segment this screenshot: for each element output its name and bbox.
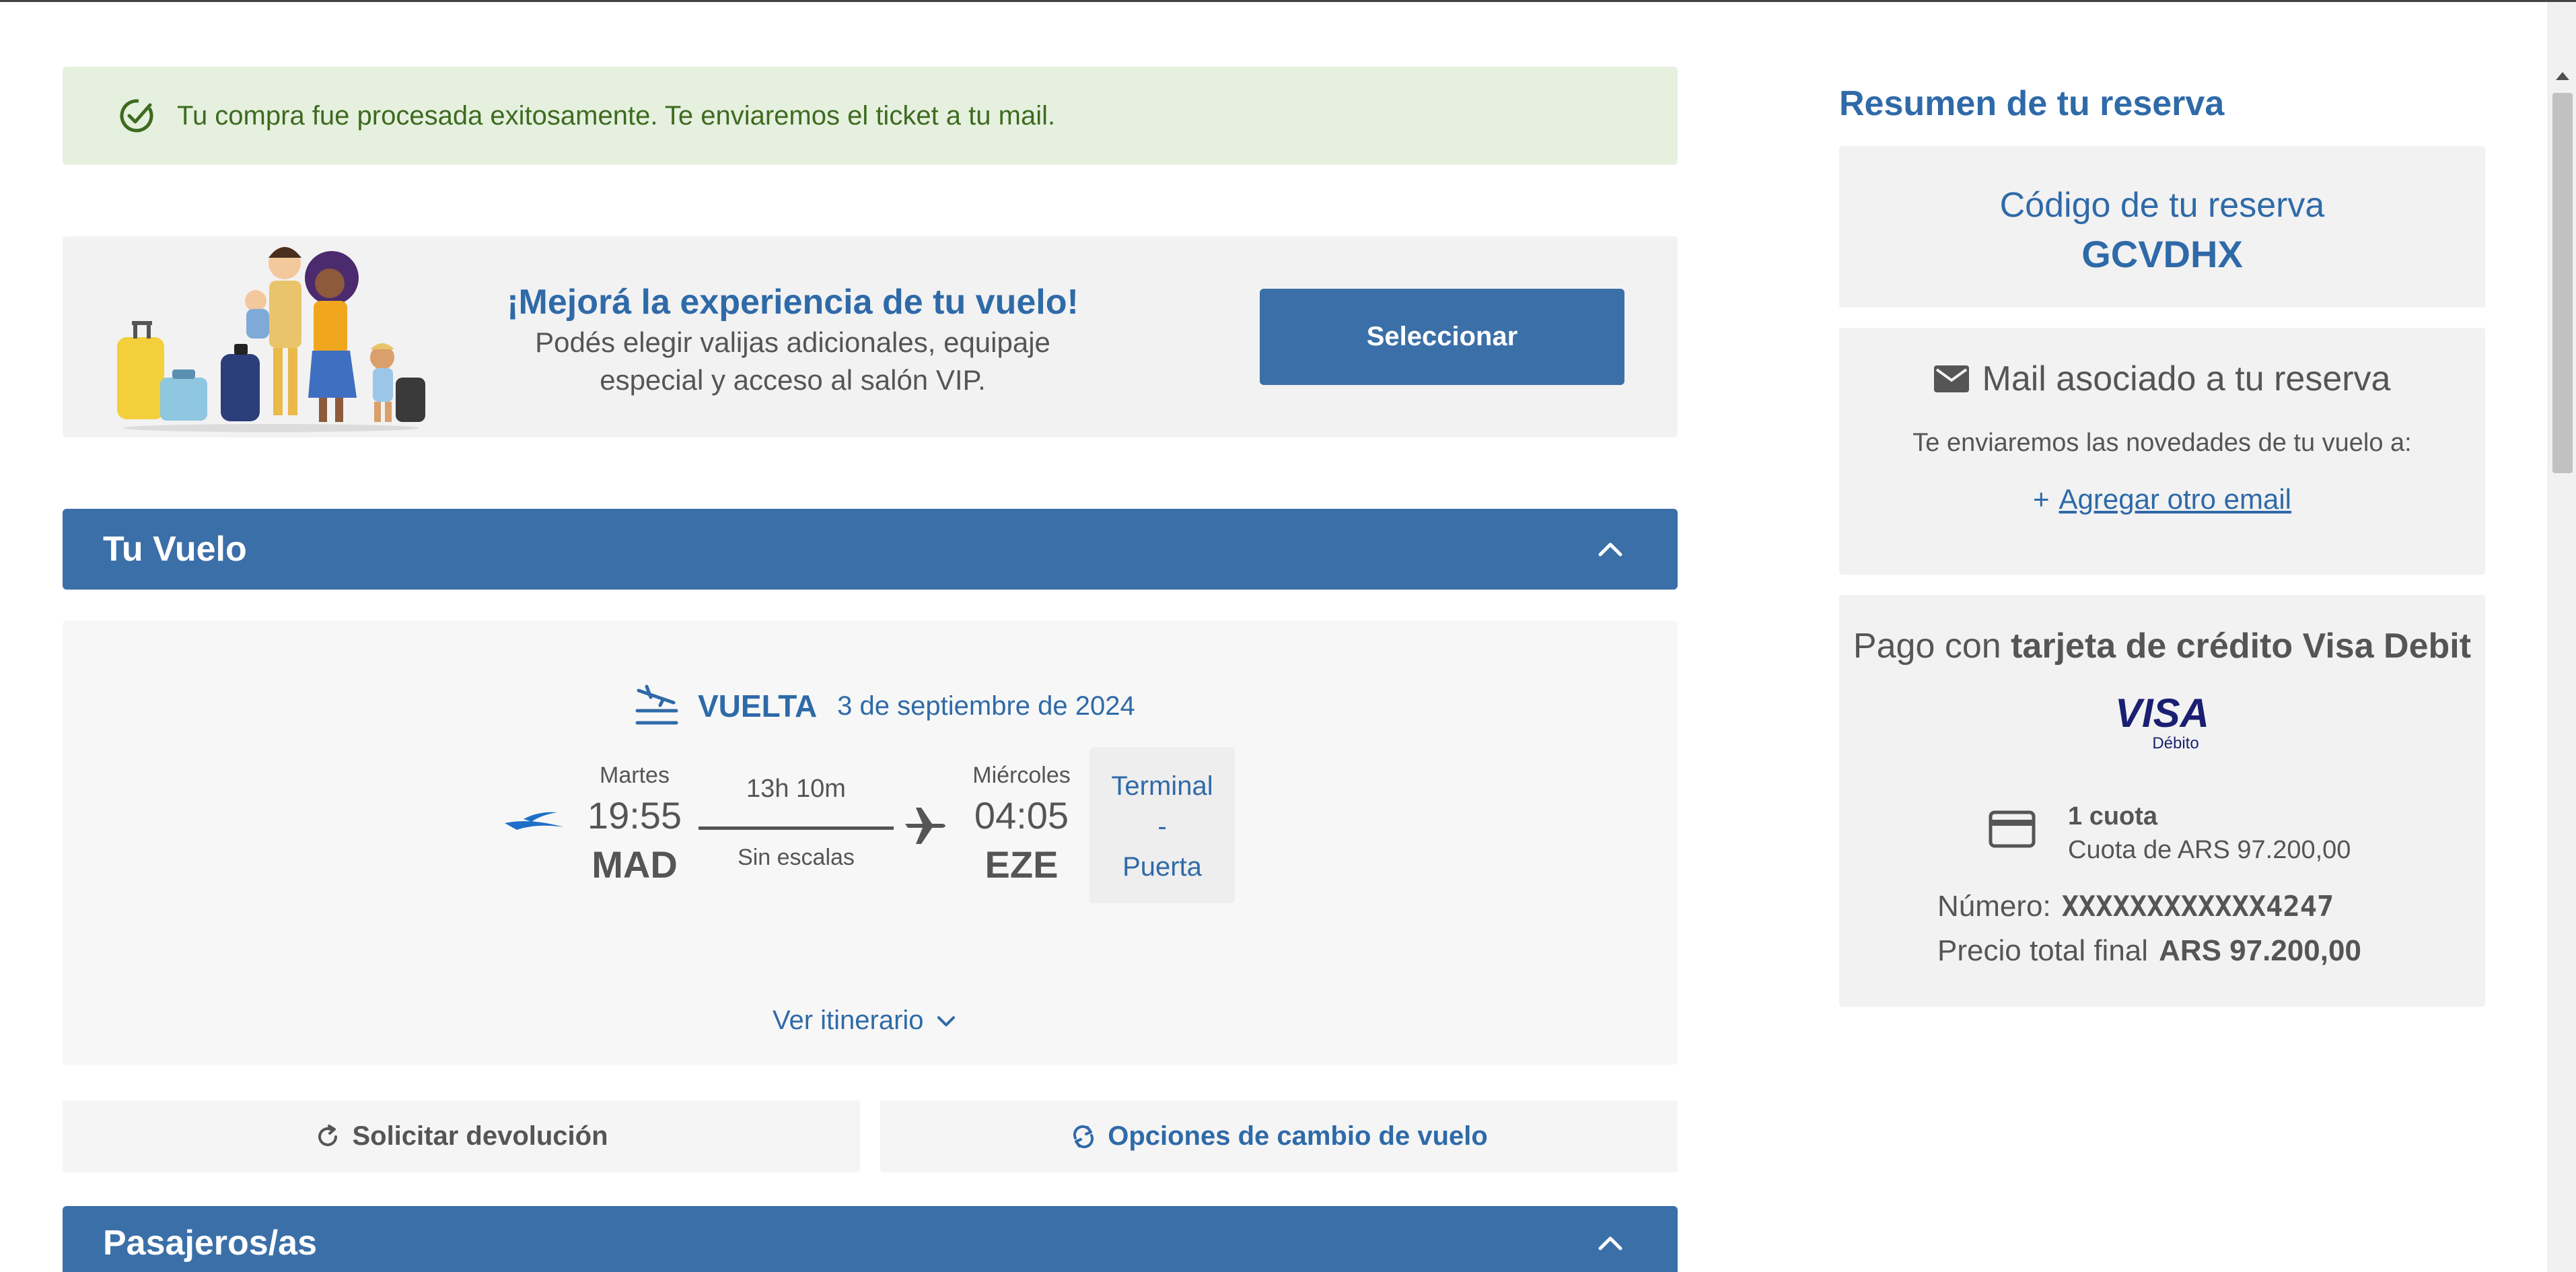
scrollbar-thumb[interactable]: [2552, 93, 2573, 473]
arrival-airport: EZE: [985, 843, 1059, 886]
window-top-border: [0, 0, 2576, 2]
duration-info: 13h 10m Sin escalas: [699, 770, 894, 871]
booking-code-card: Código de tu reserva GCVDHX: [1839, 146, 2485, 308]
installment-text: 1 cuota Cuota de ARS 97.200,00: [2068, 800, 2351, 867]
request-refund-label[interactable]: Solicitar devolución: [352, 1121, 608, 1152]
mail-icon: [1933, 365, 1969, 392]
success-message: Tu compra fue procesada exitosamente. Te…: [177, 100, 1056, 131]
change-icon: [1073, 1125, 1094, 1148]
select-extras-button[interactable]: Seleccionar: [1260, 289, 1624, 385]
upsell-text: ¡Mejorá la experiencia de tu vuelo! Podé…: [507, 281, 1079, 399]
payment-prefix: Pago con: [1853, 627, 2011, 666]
request-refund-button[interactable]: Solicitar devolución: [63, 1100, 860, 1172]
upsell-subtitle-line1: Podés elegir valijas adicionales, equipa…: [535, 326, 1050, 358]
departure-airport: MAD: [592, 843, 678, 886]
upsell-banner: ¡Mejorá la experiencia de tu vuelo! Podé…: [63, 236, 1678, 437]
card-number-row: Número: XXXXXXXXXXXX4247: [1937, 890, 2334, 923]
upsell-subtitle-line2: especial y acceso al salón VIP.: [600, 364, 986, 396]
card-number-label: Número:: [1937, 890, 2051, 923]
installment-row: 1 cuota Cuota de ARS 97.200,00: [1989, 800, 2351, 867]
mail-subtitle: Te enviaremos las novedades de tu vuelo …: [1912, 429, 2412, 457]
credit-card-icon: [1989, 810, 2036, 848]
flight-return-icon: [635, 684, 678, 725]
plus-icon[interactable]: +: [2033, 483, 2050, 516]
chevron-down-icon[interactable]: [933, 1008, 959, 1034]
scroll-up-arrow[interactable]: [2556, 72, 2569, 80]
page-scrollbar[interactable]: [2548, 2, 2576, 1272]
gate-label: Puerta: [1122, 852, 1202, 882]
upsell-title: ¡Mejorá la experiencia de tu vuelo!: [507, 283, 1079, 322]
leg-header: VUELTA 3 de septiembre de 2024: [633, 682, 1135, 730]
terminal-gate-box: Terminal - Puerta: [1089, 747, 1235, 903]
flight-card: VUELTA 3 de septiembre de 2024 Martes 19…: [63, 621, 1678, 1065]
booking-code-value: GCVDHX: [2081, 233, 2243, 275]
visa-debit-logo: VISA Débito: [2115, 691, 2209, 752]
terminal-value: -: [1157, 812, 1167, 841]
airplane-icon: [905, 808, 945, 844]
payment-title: Pago con tarjeta de crédito Visa Debit: [1839, 626, 2485, 666]
total-label: Precio total final: [1937, 934, 2149, 967]
change-flight-label[interactable]: Opciones de cambio de vuelo: [1108, 1121, 1488, 1152]
passengers-section-header[interactable]: Pasajeros/as: [63, 1206, 1678, 1272]
flight-duration: 13h 10m: [746, 775, 846, 803]
change-flight-button[interactable]: Opciones de cambio de vuelo: [880, 1100, 1678, 1172]
add-email-link[interactable]: + Agregar otro email: [2033, 483, 2291, 516]
chevron-up-icon[interactable]: [1594, 1226, 1627, 1260]
arrival-time: 04:05: [974, 794, 1069, 837]
card-number-value: XXXXXXXXXXXX4247: [2061, 890, 2334, 923]
visa-brand: VISA: [2115, 691, 2209, 736]
passengers-section-title: Pasajeros/as: [103, 1224, 318, 1263]
installments-title: 1 cuota: [2068, 802, 2158, 831]
view-itinerary-label[interactable]: Ver itinerario: [773, 1005, 924, 1036]
airline-logo: [505, 812, 564, 830]
visa-debit-label: Débito: [2152, 734, 2198, 752]
check-circle-icon: [120, 99, 153, 133]
departure-time: 19:55: [587, 794, 682, 837]
leg-label: VUELTA: [698, 688, 818, 723]
terminal-label: Terminal: [1111, 771, 1213, 801]
success-alert: Tu compra fue procesada exitosamente. Te…: [63, 67, 1678, 165]
departure-info: Martes 19:55 MAD: [581, 761, 688, 888]
family-luggage-illustration: [117, 247, 425, 432]
mail-title-row: Mail asociado a tu reserva: [1839, 359, 2485, 399]
installments-detail: Cuota de ARS 97.200,00: [2068, 836, 2351, 864]
total-row: Precio total final ARS 97.200,00: [1937, 934, 2361, 968]
payment-card: Pago con tarjeta de crédito Visa Debit V…: [1839, 595, 2485, 1007]
booking-code-label: Código de tu reserva: [1999, 186, 2325, 225]
departure-day: Martes: [600, 763, 670, 788]
flight-section-title: Tu Vuelo: [103, 530, 247, 569]
payment-method: tarjeta de crédito Visa Debit: [2011, 627, 2472, 666]
duration-line: [699, 826, 894, 830]
arrival-info: Miércoles 04:05 EZE: [968, 761, 1075, 888]
view-itinerary-link[interactable]: Ver itinerario: [773, 1005, 959, 1036]
arrival-day: Miércoles: [972, 763, 1071, 788]
mail-title: Mail asociado a tu reserva: [1982, 359, 2391, 398]
total-value: ARS 97.200,00: [2159, 934, 2361, 967]
flight-stops: Sin escalas: [738, 845, 855, 870]
flight-section-header[interactable]: Tu Vuelo: [63, 509, 1678, 590]
leg-date: 3 de septiembre de 2024: [837, 691, 1135, 721]
add-email-label[interactable]: Agregar otro email: [2059, 483, 2292, 516]
summary-title: Resumen de tu reserva: [1839, 84, 2225, 123]
chevron-up-icon[interactable]: [1594, 532, 1627, 566]
mail-card: Mail asociado a tu reserva Te enviaremos…: [1839, 328, 2485, 575]
refund-icon: [318, 1124, 338, 1146]
